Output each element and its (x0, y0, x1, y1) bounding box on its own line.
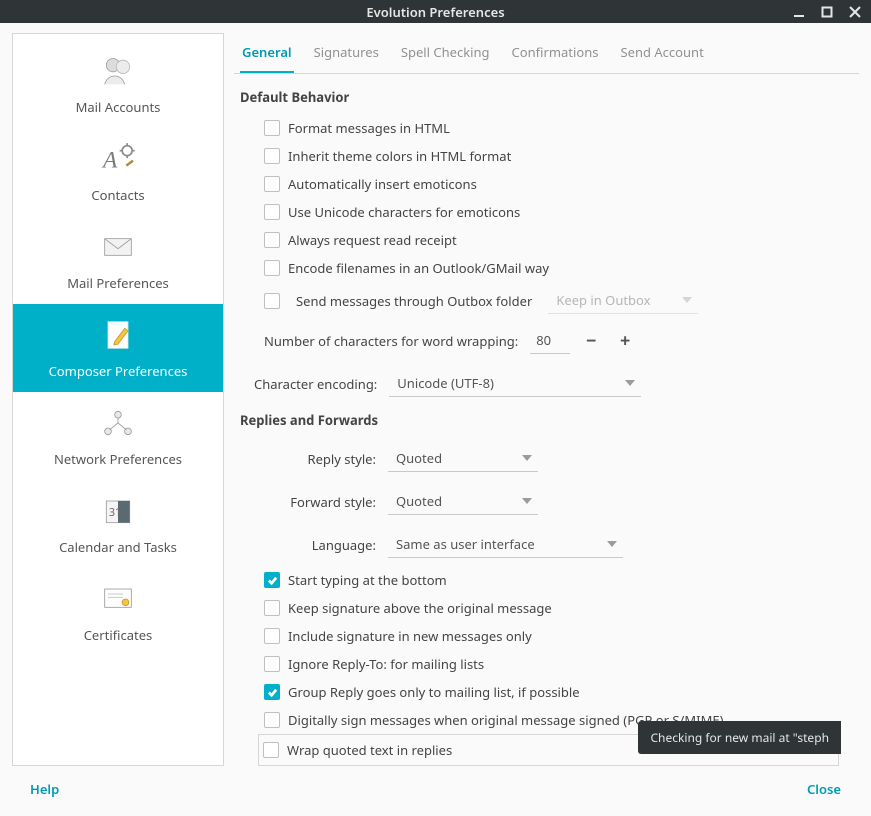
tab-general[interactable]: General (240, 33, 294, 73)
chevron-down-icon (522, 498, 532, 504)
checkbox-sig-above[interactable] (264, 600, 280, 616)
compose-icon (97, 314, 139, 356)
calendar-icon: 31 (97, 490, 139, 532)
certificate-icon (97, 578, 139, 620)
label-sig-new-only: Include signature in new messages only (288, 627, 532, 645)
label-typing-bottom: Start typing at the bottom (288, 571, 447, 589)
window-title: Evolution Preferences (366, 3, 504, 21)
label-through-outbox: Send messages through Outbox folder (296, 292, 532, 310)
checkbox-format-html[interactable] (264, 120, 280, 136)
label-language: Language: (264, 536, 376, 554)
chevron-down-icon (682, 297, 692, 303)
tabs: General Signatures Spell Checking Confir… (234, 33, 859, 74)
notification-toast: Checking for new mail at "steph (638, 721, 841, 754)
input-word-wrap[interactable]: 80 (530, 327, 570, 354)
tab-confirmations[interactable]: Confirmations (510, 33, 601, 73)
tab-send-account[interactable]: Send Account (618, 33, 705, 73)
sidebar-item-label: Composer Preferences (49, 362, 188, 380)
titlebar: Evolution Preferences (0, 0, 871, 23)
chevron-down-icon (625, 380, 635, 386)
label-ignore-replyto: Ignore Reply-To: for mailing lists (288, 655, 484, 673)
chevron-down-icon (522, 455, 532, 461)
sidebar-item-label: Mail Accounts (76, 98, 161, 116)
sidebar-item-label: Mail Preferences (67, 274, 169, 292)
close-button[interactable]: Close (807, 780, 841, 798)
label-inherit-theme: Inherit theme colors in HTML format (288, 147, 511, 165)
checkbox-group-reply[interactable] (264, 684, 280, 700)
label-sig-above: Keep signature above the original messag… (288, 599, 552, 617)
maximize-button[interactable] (817, 2, 837, 22)
sidebar-item-label: Certificates (84, 626, 153, 644)
label-encode-filenames: Encode filenames in an Outlook/GMail way (288, 259, 549, 277)
label-word-wrap: Number of characters for word wrapping: (264, 332, 518, 350)
label-forward-style: Forward style: (264, 493, 376, 511)
label-auto-emoticons: Automatically insert emoticons (288, 175, 477, 193)
sidebar-item-mail-accounts[interactable]: Mail Accounts (13, 40, 223, 128)
envelope-icon (97, 226, 139, 268)
spin-increase-button[interactable]: + (612, 329, 638, 353)
sidebar-item-mail-preferences[interactable]: Mail Preferences (13, 216, 223, 304)
checkbox-unicode-emoticons[interactable] (264, 204, 280, 220)
checkbox-inherit-theme[interactable] (264, 148, 280, 164)
select-reply-style[interactable]: Quoted (388, 445, 538, 472)
chevron-down-icon (607, 541, 617, 547)
sidebar-item-composer-preferences[interactable]: Composer Preferences (13, 304, 223, 392)
sidebar-item-label: Calendar and Tasks (59, 538, 177, 556)
label-format-html: Format messages in HTML (288, 119, 450, 137)
label-reply-style: Reply style: (264, 450, 376, 468)
select-forward-style[interactable]: Quoted (388, 488, 538, 515)
checkbox-auto-emoticons[interactable] (264, 176, 280, 192)
label-wrap-quoted: Wrap quoted text in replies (287, 741, 452, 759)
label-character-encoding: Character encoding: (254, 375, 377, 393)
select-character-encoding[interactable]: Unicode (UTF-8) (389, 370, 641, 397)
svg-text:A: A (101, 147, 118, 173)
sidebar-item-calendar-tasks[interactable]: 31 Calendar and Tasks (13, 480, 223, 568)
sidebar: Mail Accounts A Contacts Mail Preference… (12, 33, 224, 766)
checkbox-through-outbox[interactable] (264, 293, 280, 309)
label-read-receipt: Always request read receipt (288, 231, 457, 249)
checkbox-sig-new-only[interactable] (264, 628, 280, 644)
font-gear-icon: A (97, 138, 139, 180)
checkbox-digital-sign[interactable] (264, 712, 280, 728)
help-button[interactable]: Help (30, 780, 59, 798)
sidebar-item-contacts[interactable]: A Contacts (13, 128, 223, 216)
svg-text:31: 31 (109, 505, 121, 520)
select-value: Same as user interface (396, 535, 535, 553)
minimize-button[interactable] (789, 2, 809, 22)
network-icon (97, 402, 139, 444)
section-default-behavior: Default Behavior (240, 88, 853, 106)
select-language[interactable]: Same as user interface (388, 531, 623, 558)
checkbox-wrap-quoted[interactable] (263, 742, 279, 758)
sidebar-item-label: Contacts (91, 186, 144, 204)
users-icon (97, 50, 139, 92)
sidebar-item-certificates[interactable]: Certificates (13, 568, 223, 656)
tab-signatures[interactable]: Signatures (312, 33, 381, 73)
spin-decrease-button[interactable]: − (578, 329, 604, 353)
close-window-button[interactable] (845, 2, 865, 22)
select-value: Keep in Outbox (556, 291, 650, 309)
checkbox-typing-bottom[interactable] (264, 572, 280, 588)
tab-spell-checking[interactable]: Spell Checking (399, 33, 492, 73)
select-value: Quoted (396, 492, 442, 510)
sidebar-item-network-preferences[interactable]: Network Preferences (13, 392, 223, 480)
select-value: Unicode (UTF-8) (397, 374, 494, 392)
checkbox-read-receipt[interactable] (264, 232, 280, 248)
sidebar-item-label: Network Preferences (54, 450, 182, 468)
checkbox-encode-filenames[interactable] (264, 260, 280, 276)
section-replies-forwards: Replies and Forwards (240, 411, 853, 429)
select-value: Quoted (396, 449, 442, 467)
label-group-reply: Group Reply goes only to mailing list, i… (288, 683, 580, 701)
select-keep-in-outbox: Keep in Outbox (548, 287, 698, 314)
label-unicode-emoticons: Use Unicode characters for emoticons (288, 203, 520, 221)
checkbox-ignore-replyto[interactable] (264, 656, 280, 672)
